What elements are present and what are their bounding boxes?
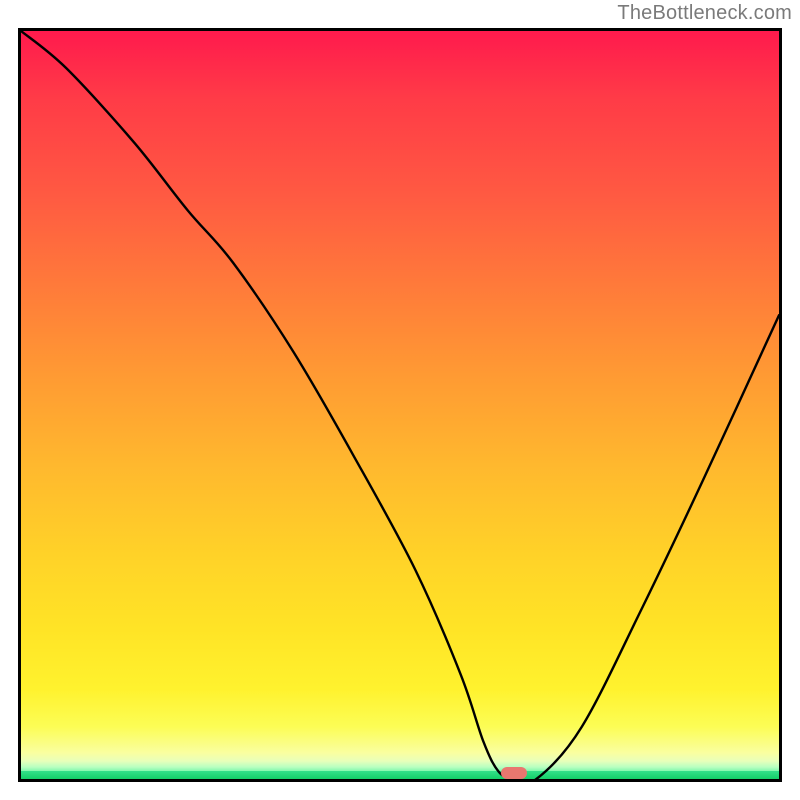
bottleneck-chart: TheBottleneck.com (0, 0, 800, 800)
attribution-label: TheBottleneck.com (617, 2, 792, 25)
bottleneck-curve (21, 31, 779, 779)
optimal-marker (501, 767, 527, 779)
plot-area (18, 28, 782, 782)
